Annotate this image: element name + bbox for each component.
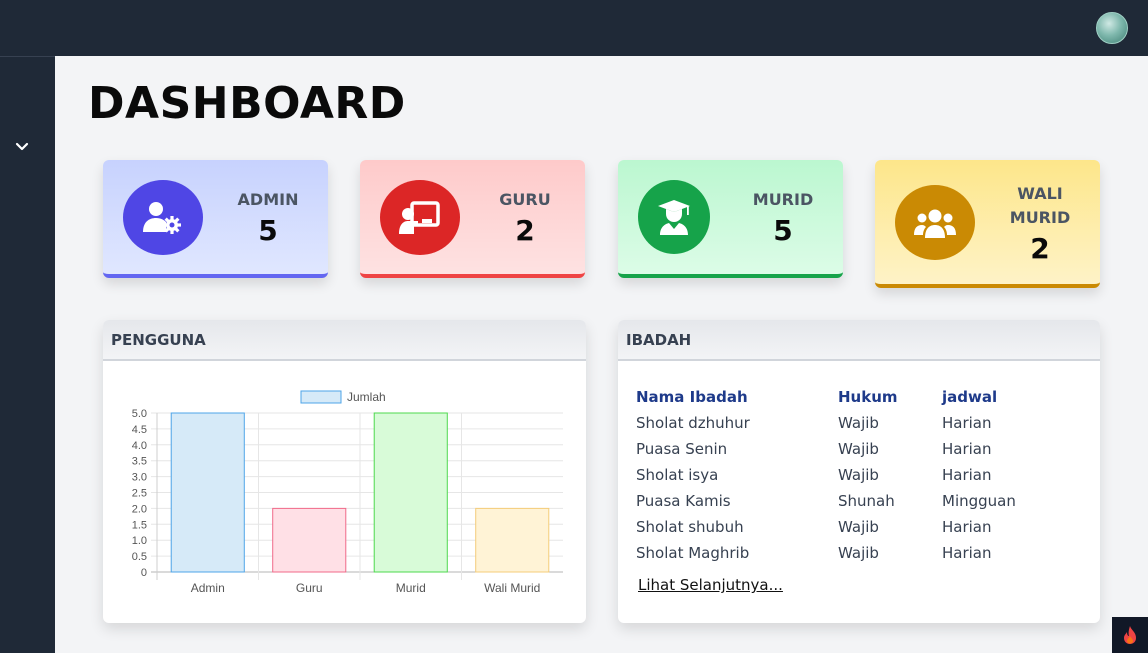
bar [475,507,550,573]
y-tick-label: 3.0 [132,472,147,484]
table-cell: Wajib [838,518,879,536]
panel-title: PENGGUNA [103,320,586,361]
table-cell: Puasa Kamis [636,492,731,510]
table-cell: Shunah [838,492,895,510]
page-title: DASHBOARD [88,78,406,129]
y-tick-label: 3.5 [132,456,147,468]
user-avatar[interactable] [1096,12,1128,44]
ibadah-table: Nama Ibadah Hukum jadwal Sholat dzhuhur … [636,384,1062,566]
table-row: Puasa Kamis Shunah Mingguan [636,488,1062,514]
murid-stat-card[interactable]: MURID 5 [618,160,843,278]
card-label-line1: WALI [1017,184,1063,203]
y-tick-label: 5.0 [132,408,147,420]
debug-toolbar-button[interactable] [1112,617,1148,653]
table-cell: Wajib [838,466,879,484]
table-cell: Puasa Senin [636,440,728,458]
guru-stat-card[interactable]: GURU 2 [360,160,585,278]
card-count: 2 [1030,232,1050,265]
y-tick-label: 2.5 [132,488,147,500]
table-cell: Sholat Maghrib [636,544,750,562]
flame-icon [1124,626,1136,644]
table-row: Sholat dzhuhur Wajib Harian [636,410,1062,436]
table-cell: Wajib [838,544,879,562]
pengguna-bar-chart: 0 0.5 1.0 1.5 2.0 2.5 3.0 3.5 4.0 4.5 5.0 Admin Guru… [132,390,563,595]
x-tick-label: Guru [296,581,323,595]
legend-label: Jumlah [347,390,386,404]
x-tick-label: Admin [191,581,225,595]
table-row: Sholat shubuh Wajib Harian [636,514,1062,540]
column-header: Hukum [838,388,898,406]
panel-title: IBADAH [618,320,1100,361]
chevron-down-icon[interactable] [14,139,30,155]
top-navbar [0,0,1148,56]
chalkboard-teacher-icon [399,200,440,234]
y-tick-label: 1.5 [132,519,147,531]
table-cell: Harian [942,414,992,432]
table-cell: Harian [942,466,992,484]
x-tick-label: Wali Murid [484,581,540,595]
y-tick-label: 4.5 [132,424,147,436]
table-cell: Harian [942,518,992,536]
y-tick-label: 2.0 [132,503,147,515]
table-row: Sholat Maghrib Wajib Harian [636,540,1062,566]
card-count: 2 [515,214,535,247]
admin-stat-card[interactable]: ADMIN 5 [103,160,328,278]
graduate-icon [658,200,690,235]
bar [272,507,347,573]
bar [373,412,448,573]
card-label-line2: MURID [1009,208,1071,227]
pengguna-panel: PENGGUNA 0 0.5 1.0 1.5 2.0 2.5 3.0 3.5 4.0 4.5 5.0… [103,320,586,623]
y-tick-label: 0.5 [132,551,147,563]
column-header: Nama Ibadah [636,388,748,406]
card-label: ADMIN [237,190,299,209]
wali-murid-stat-card[interactable]: WALI MURID 2 [875,160,1100,288]
table-header-row: Nama Ibadah Hukum jadwal [636,384,1062,410]
table-cell: Wajib [838,414,879,432]
column-header: jadwal [942,388,998,406]
y-tick-label: 0 [141,567,147,579]
ibadah-panel: IBADAH Nama Ibadah Hukum jadwal Sholat d… [618,320,1100,623]
see-more-link[interactable]: Lihat Selanjutnya... [638,576,783,594]
y-tick-label: 1.0 [132,535,147,547]
user-gear-icon [143,201,181,234]
x-tick-label: Murid [396,581,426,595]
table-cell: Wajib [838,440,879,458]
table-row: Puasa Senin Wajib Harian [636,436,1062,462]
users-icon [914,209,956,238]
card-count: 5 [258,214,278,247]
bar [170,412,245,573]
table-cell: Harian [942,544,992,562]
legend-swatch [300,390,342,404]
table-row: Sholat isya Wajib Harian [636,462,1062,488]
card-label: GURU [499,190,551,209]
table-cell: Mingguan [942,492,1016,510]
table-cell: Sholat shubuh [636,518,744,536]
table-cell: Harian [942,440,992,458]
table-cell: Sholat dzhuhur [636,414,750,432]
y-tick-label: 4.0 [132,440,147,452]
card-count: 5 [773,214,793,247]
card-label: MURID [752,190,814,209]
sidebar [0,56,55,653]
table-cell: Sholat isya [636,466,719,484]
